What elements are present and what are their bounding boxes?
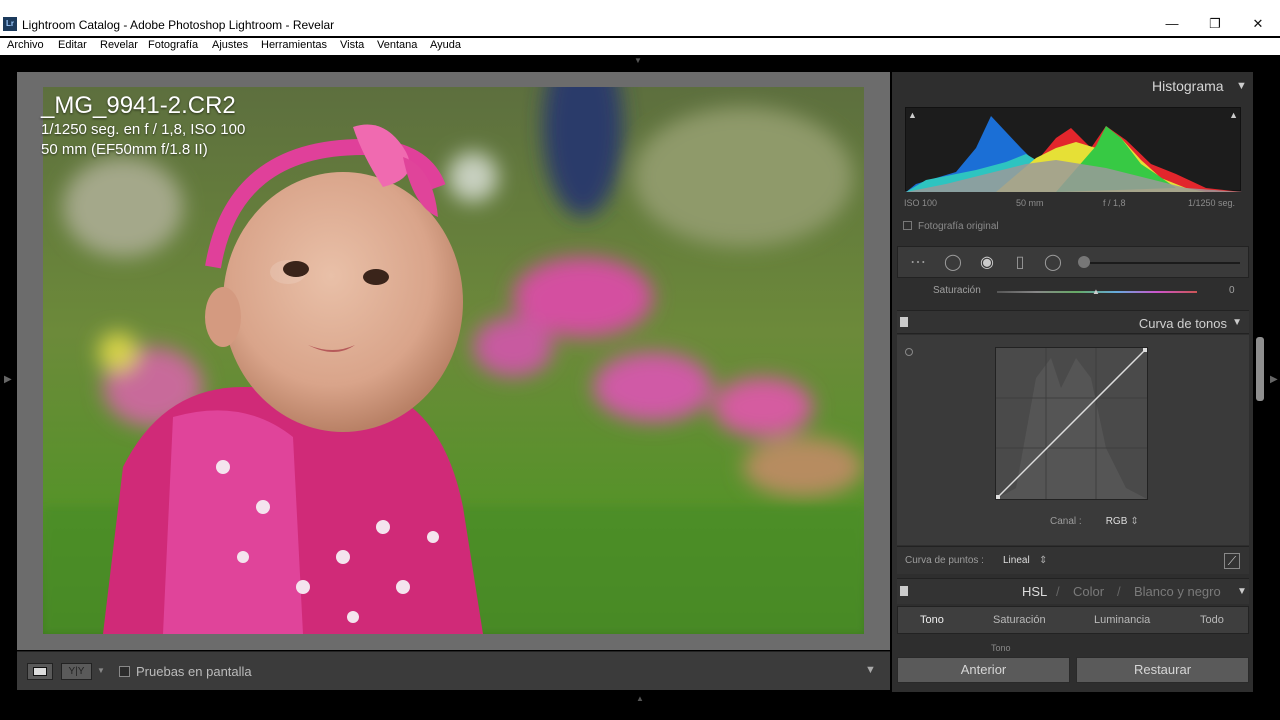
tone-curve-collapse-icon[interactable]: ▼ [1232,317,1242,328]
menu-ventana[interactable]: Ventana [377,39,417,51]
soft-proofing-label: Pruebas en pantalla [136,664,252,679]
hsl-toggle-switch[interactable] [900,586,908,596]
tool-strip: ⋯ ◯ ◉ ▯ ◯ [897,246,1249,278]
menu-ayuda[interactable]: Ayuda [430,39,461,51]
color-tab-label[interactable]: Color [1073,584,1104,599]
tone-curve-title: Curva de tonos [1138,316,1227,331]
channel-dropdown-icon[interactable]: ⇕ [1130,516,1138,527]
title-bar: Lr Lightroom Catalog - Adobe Photoshop L… [0,0,1280,36]
before-after-button[interactable]: Y|Y [61,663,92,680]
menu-ajustes[interactable]: Ajustes [212,39,248,51]
hsl-subtabs: Tono Saturación Luminancia Todo [897,606,1249,634]
spot-removal-icon[interactable]: ◯ [943,253,963,273]
histogram[interactable]: ▲ ▲ [905,107,1242,192]
shadow-clipping-icon[interactable]: ▲ [908,110,917,120]
point-curve-value[interactable]: Lineal [1003,555,1030,566]
radial-filter-icon[interactable]: ◯ [1043,253,1063,273]
loupe-view-icon [33,667,47,676]
histogram-title[interactable]: Histograma [1152,78,1224,94]
highlight-clipping-icon[interactable]: ▲ [1229,110,1238,120]
tone-curve-toggle-switch[interactable] [900,317,908,327]
histogram-iso: ISO 100 [904,198,938,208]
reset-button[interactable]: Restaurar [1076,657,1249,683]
collapse-top-icon[interactable]: ▼ [634,56,642,65]
tone-curve-header[interactable]: Curva de tonos ▼ [897,310,1249,334]
graduated-filter-icon[interactable]: ▯ [1010,253,1030,273]
curve-channel-value[interactable]: RGB [1106,516,1128,527]
photo-image [43,87,864,634]
point-curve-row: Curva de puntos : Lineal ⇕ ⟋ [897,546,1249,574]
histogram-info: ISO 100 50 mm f / 1,8 1/1250 seg. [904,198,1240,210]
hsl-separator-2: / [1117,584,1121,599]
saturation-slider-row: Saturación ▲ 0 [897,284,1249,298]
menu-herramientas[interactable]: Herramientas [261,39,327,51]
hsl-subtab-tono[interactable]: Tono [920,614,944,626]
minimize-button[interactable]: — [1162,16,1182,32]
filmstrip-toggle-icon[interactable]: ▲ [636,694,644,703]
close-button[interactable]: ✕ [1248,16,1268,32]
toolbar-options-dropdown-icon[interactable]: ▼ [865,664,876,676]
photo-filename: _MG_9941-2.CR2 [41,92,236,119]
crop-overlay-icon[interactable]: ⋯ [908,253,928,273]
right-panel-toggle-icon[interactable]: ▶ [1270,374,1278,385]
curve-channel-label: Canal : [1050,516,1082,527]
before-after-dropdown-icon[interactable]: ▼ [97,666,105,675]
histogram-aperture: f / 1,8 [1103,198,1126,208]
bw-tab-label[interactable]: Blanco y negro [1134,584,1221,599]
red-eye-icon[interactable]: ◉ [977,253,997,273]
loupe-view-button[interactable] [27,663,53,680]
saturation-slider-thumb[interactable]: ▲ [1092,287,1100,296]
menu-vista[interactable]: Vista [340,39,364,51]
original-photo-checkbox[interactable] [903,221,912,230]
targeted-adjustment-icon[interactable] [905,348,913,356]
main-photo[interactable] [43,87,864,634]
previous-button[interactable]: Anterior [897,657,1070,683]
histogram-shutter: 1/1250 seg. [1188,198,1236,208]
hsl-subtab-luminancia[interactable]: Luminancia [1094,614,1150,626]
photo-lens: 50 mm (EF50mm f/1.8 II) [41,141,208,158]
histogram-focal: 50 mm [1016,198,1044,208]
bottom-buttons: Anterior Restaurar [897,657,1249,685]
hsl-subtab-saturacion[interactable]: Saturación [993,614,1046,626]
point-curve-edit-icon[interactable]: ⟋ [1224,553,1240,569]
before-after-icon: Y|Y [68,666,85,677]
photo-info-overlay: _MG_9941-2.CR2 1/1250 seg. en f / 1,8, I… [41,92,245,160]
tone-curve-svg [996,348,1147,499]
original-photo-label: Fotografía original [918,221,999,232]
hsl-collapse-icon[interactable]: ▼ [1237,586,1247,597]
menu-revelar[interactable]: Revelar [100,39,138,51]
hsl-subtab-todo[interactable]: Todo [1200,614,1224,626]
hsl-header[interactable]: HSL / Color / Blanco y negro ▼ [897,578,1249,604]
menu-editar[interactable]: Editar [58,39,87,51]
saturation-value[interactable]: 0 [1229,285,1235,296]
tone-curve-graph[interactable] [995,347,1148,500]
hsl-tono-sublabel: Tono [991,643,1011,653]
hsl-separator-1: / [1056,584,1060,599]
histogram-collapse-icon[interactable]: ▼ [1236,80,1247,92]
histogram-graph [906,116,1242,192]
original-photo-toggle[interactable]: Fotografía original [903,221,999,232]
brush-slider-track[interactable] [1090,262,1240,264]
soft-proofing-checkbox[interactable] [119,666,130,677]
left-panel-toggle-icon[interactable]: ▶ [4,374,12,385]
point-curve-dropdown-icon[interactable]: ⇕ [1039,555,1047,566]
hsl-tab-label[interactable]: HSL [1022,584,1047,599]
develop-toolbar: Y|Y ▼ Pruebas en pantalla ▼ [17,651,890,690]
menu-fotografia[interactable]: Fotografía [148,39,198,51]
adjustment-brush-icon[interactable] [1078,256,1090,268]
top-panel-toggle[interactable]: ▼ [0,55,1280,68]
point-curve-label: Curva de puntos : [905,555,984,566]
right-panel-scrollbar[interactable] [1256,337,1264,401]
window-title: Lightroom Catalog - Adobe Photoshop Ligh… [22,18,335,32]
restore-button[interactable]: ❐ [1205,16,1225,32]
curve-channel-selector[interactable]: Canal : RGB ⇕ [1050,516,1139,527]
saturation-label: Saturación [933,285,981,296]
menu-archivo[interactable]: Archivo [7,39,44,51]
lightroom-logo-icon: Lr [3,17,17,31]
menu-bar: Archivo Editar Revelar Fotografía Ajuste… [0,38,1280,55]
photo-exposure: 1/1250 seg. en f / 1,8, ISO 100 [41,121,246,138]
